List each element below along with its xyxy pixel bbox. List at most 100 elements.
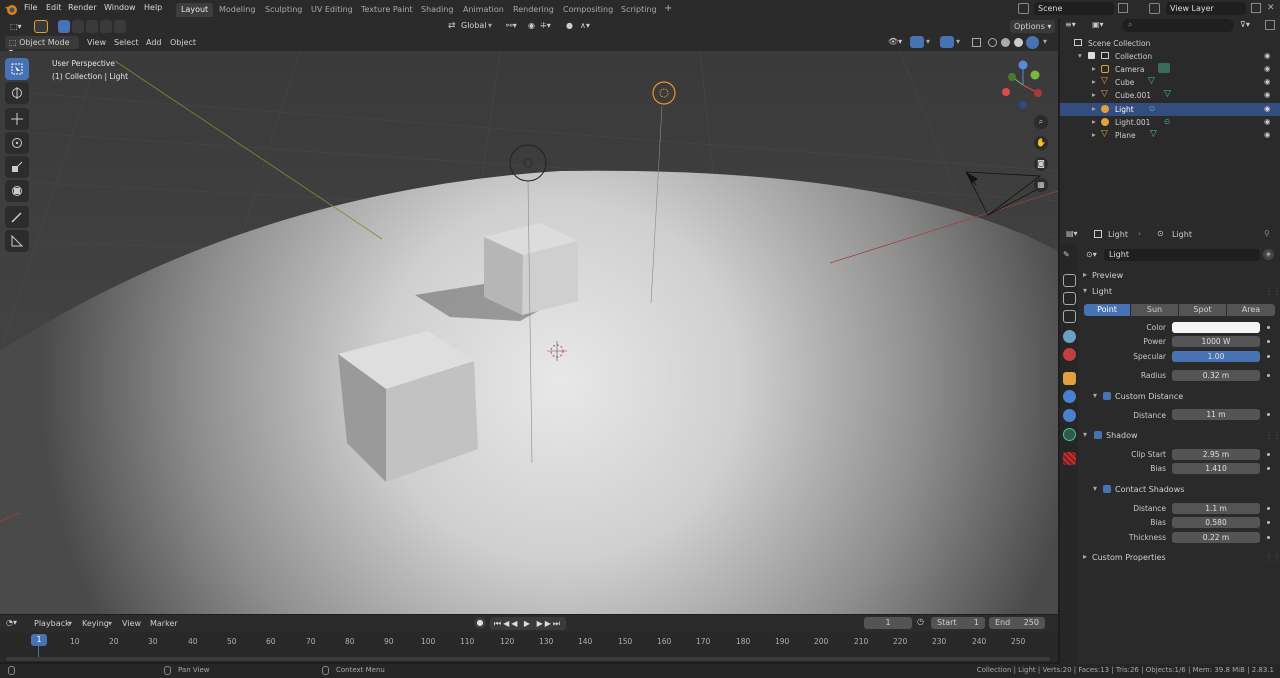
- light-data-tab-icon[interactable]: [1063, 428, 1076, 441]
- menu-keying[interactable]: Keying: [82, 619, 109, 628]
- mode-subtract-icon[interactable]: [86, 20, 98, 33]
- menu-file[interactable]: File: [24, 3, 37, 12]
- blender-logo-icon[interactable]: [4, 2, 18, 16]
- eye-icon[interactable]: ◉: [1264, 77, 1271, 86]
- tab-scripting[interactable]: Scripting: [616, 3, 662, 17]
- outliner-item-light[interactable]: ▸ Light ⊙ ◉: [1060, 103, 1280, 116]
- light-type-spot-button[interactable]: Spot: [1179, 304, 1226, 316]
- end-frame-field[interactable]: End 250: [989, 617, 1045, 629]
- light-panel-header[interactable]: Light: [1092, 287, 1112, 296]
- texture-tab-icon[interactable]: [1063, 452, 1076, 465]
- eye-icon[interactable]: ◉: [1264, 90, 1271, 99]
- scene-field[interactable]: Scene: [1034, 2, 1114, 15]
- clock-icon[interactable]: ◷: [917, 617, 924, 626]
- world-tab-icon[interactable]: [1063, 348, 1076, 361]
- rotate-tool-icon[interactable]: [5, 132, 29, 154]
- playhead-frame-label[interactable]: 1: [31, 634, 47, 646]
- cs-thickness-field[interactable]: 0.22 m: [1172, 532, 1260, 543]
- properties-editor-type-icon[interactable]: ▤▾: [1066, 229, 1078, 238]
- menu-playback[interactable]: Playback: [34, 619, 70, 628]
- drag-handle-icon[interactable]: ⋮⋮: [1265, 431, 1280, 440]
- expand-arrow-icon[interactable]: ▾: [1083, 430, 1087, 439]
- keyframe-dot-icon[interactable]: [1267, 507, 1270, 510]
- mesh-data-icon[interactable]: ▽: [1148, 76, 1155, 86]
- current-frame-field[interactable]: 1: [864, 617, 912, 629]
- outliner-item-camera[interactable]: ▸ Camera ◉: [1060, 63, 1280, 76]
- mode-extend-icon[interactable]: [72, 20, 84, 33]
- measure-tool-icon[interactable]: [5, 230, 29, 252]
- eye-icon[interactable]: ◉: [1264, 130, 1271, 139]
- outliner-search-input[interactable]: ⌕: [1122, 19, 1234, 32]
- expand-arrow-icon[interactable]: ▾: [1078, 51, 1082, 60]
- transform-tool-icon[interactable]: [5, 180, 29, 202]
- radius-field[interactable]: 0.32 m: [1172, 370, 1260, 381]
- keyframe-dot-icon[interactable]: [1267, 467, 1270, 470]
- pan-hand-icon[interactable]: ✋: [1034, 136, 1048, 150]
- timeline-scrollbar[interactable]: [6, 657, 1050, 661]
- pin-icon[interactable]: ⚲: [1264, 229, 1270, 238]
- eye-icon[interactable]: ◉: [1264, 51, 1271, 60]
- light-data-icon[interactable]: ⊙: [1149, 104, 1155, 113]
- cursor-tool-icon[interactable]: [5, 82, 29, 104]
- snap-icon[interactable]: ◉: [528, 21, 535, 30]
- expand-arrow-icon[interactable]: ▾: [1093, 391, 1097, 400]
- mesh-data-icon[interactable]: ▽: [1164, 89, 1171, 99]
- pivot-point-icon[interactable]: ⚯▾: [506, 21, 517, 30]
- mesh-data-icon[interactable]: ▽: [1150, 129, 1157, 139]
- mode-new-icon[interactable]: [58, 20, 70, 33]
- collapse-arrow-icon[interactable]: ▸: [1083, 270, 1087, 279]
- expand-arrow-icon[interactable]: ▸: [1092, 90, 1096, 99]
- transform-orientation-dropdown[interactable]: Global: [461, 21, 487, 30]
- mode-dropdown[interactable]: ⬚ Object Mode ▾: [5, 36, 79, 56]
- gizmo-toggle-icon[interactable]: [910, 36, 924, 48]
- select-box-tool-icon[interactable]: [34, 20, 48, 33]
- keyframe-dot-icon[interactable]: [1267, 521, 1270, 524]
- light-data-selector-icon[interactable]: ⊙▾: [1086, 250, 1097, 259]
- tab-modeling[interactable]: Modeling: [214, 3, 260, 17]
- light-data-name-field[interactable]: Light: [1104, 249, 1260, 261]
- keyframe-dot-icon[interactable]: [1267, 413, 1270, 416]
- light-type-point-button[interactable]: Point: [1084, 304, 1130, 316]
- select-tool-icon[interactable]: [5, 58, 29, 80]
- keyframe-dot-icon[interactable]: [1267, 340, 1270, 343]
- expand-arrow-icon[interactable]: ▸: [1092, 104, 1096, 113]
- view-layer-tab-icon[interactable]: [1063, 310, 1076, 323]
- power-field[interactable]: 1000 W: [1172, 336, 1260, 347]
- visibility-icon[interactable]: 👁▾: [888, 37, 902, 46]
- distance-field[interactable]: 11 m: [1172, 409, 1260, 420]
- menu-object[interactable]: Object: [170, 38, 196, 47]
- 3d-viewport[interactable]: User Perspective (1) Collection | Light …: [0, 51, 1058, 614]
- custom-distance-checkbox[interactable]: [1103, 392, 1111, 400]
- fake-user-shield-icon[interactable]: ◈: [1263, 249, 1274, 260]
- constraints-tab-icon[interactable]: [1063, 409, 1076, 422]
- mode-invert-icon[interactable]: [100, 20, 112, 33]
- keyframe-dot-icon[interactable]: [1267, 453, 1270, 456]
- navigation-gizmo[interactable]: [998, 59, 1048, 111]
- tab-uv-editing[interactable]: UV Editing: [306, 3, 358, 17]
- record-icon[interactable]: ●: [474, 617, 486, 629]
- outliner-editor-type-icon[interactable]: ≡▾: [1065, 20, 1076, 29]
- zoom-icon[interactable]: ⌕: [1034, 115, 1048, 129]
- overlays-toggle-icon[interactable]: [940, 36, 954, 48]
- falloff-icon[interactable]: ∧▾: [580, 21, 590, 30]
- expand-arrow-icon[interactable]: ▸: [1092, 117, 1096, 126]
- expand-arrow-icon[interactable]: ▸: [1092, 64, 1096, 73]
- move-tool-icon[interactable]: [5, 108, 29, 130]
- menu-window[interactable]: Window: [104, 3, 136, 12]
- timeline[interactable]: 1 10 20 30 40 50 60 70 80 90 100 110 120…: [0, 632, 1058, 662]
- outliner-collection[interactable]: ▾ Collection ◉: [1060, 50, 1280, 63]
- shadow-checkbox[interactable]: [1094, 431, 1102, 439]
- expand-arrow-icon[interactable]: ▾: [1093, 484, 1097, 493]
- preview-panel-header[interactable]: Preview: [1092, 271, 1123, 280]
- options-dropdown[interactable]: Options ▾: [1010, 20, 1056, 33]
- menu-marker[interactable]: Marker: [150, 619, 178, 628]
- outliner-item-plane[interactable]: ▸ ▽ Plane ▽ ◉: [1060, 129, 1280, 142]
- perspective-toggle-icon[interactable]: ▦: [1034, 178, 1048, 192]
- outliner-item-cube[interactable]: ▸ ▽ Cube ▽ ◉: [1060, 76, 1280, 89]
- color-swatch[interactable]: [1172, 322, 1260, 333]
- keyframe-dot-icon[interactable]: [1267, 326, 1270, 329]
- copy-scene-icon[interactable]: [1118, 3, 1128, 13]
- shadow-panel-header[interactable]: Shadow: [1106, 431, 1138, 440]
- physics-tab-icon[interactable]: [1063, 390, 1076, 403]
- filter-icon[interactable]: ⊽▾: [1240, 20, 1250, 29]
